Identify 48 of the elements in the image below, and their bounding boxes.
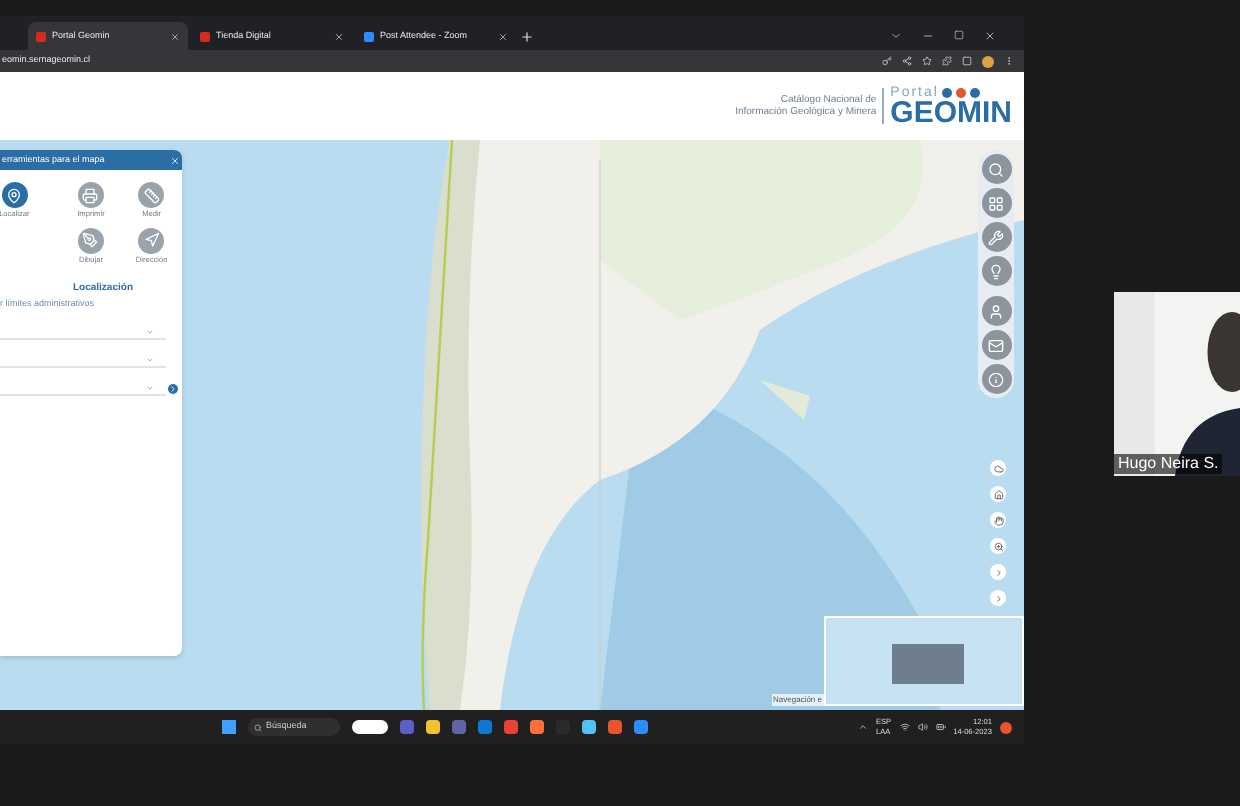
volume-icon[interactable] <box>917 722 928 732</box>
pin-icon <box>6 187 23 203</box>
print-icon <box>82 187 99 203</box>
user-icon <box>988 303 1004 319</box>
next-icon[interactable] <box>168 384 178 395</box>
grid-icon <box>988 195 1004 211</box>
avatar-icon[interactable] <box>982 55 994 67</box>
widget-icon[interactable] <box>351 720 388 734</box>
favicon-icon <box>200 31 210 41</box>
share-icon[interactable] <box>902 56 912 66</box>
search-icon <box>988 161 1004 177</box>
notification-icon[interactable] <box>1000 721 1013 733</box>
chevron-right-icon <box>993 567 1003 577</box>
puzzle-icon[interactable] <box>942 56 952 66</box>
search-icon <box>253 723 262 731</box>
favicon-icon <box>36 31 46 41</box>
grid-button[interactable] <box>981 188 1011 218</box>
cloud-icon <box>993 463 1003 473</box>
chevron-right-icon <box>993 593 1003 603</box>
info-icon <box>988 371 1004 387</box>
wrench-button[interactable] <box>981 222 1011 252</box>
lightbulb-button[interactable] <box>981 256 1011 286</box>
direction-icon <box>143 232 160 249</box>
close-icon[interactable] <box>984 30 996 42</box>
sidebar-icon[interactable] <box>962 56 972 66</box>
chevron-up-icon[interactable] <box>857 722 868 732</box>
ruler-icon <box>143 187 160 203</box>
battery-icon[interactable] <box>935 722 946 732</box>
star-icon[interactable] <box>922 56 932 66</box>
draw-icon <box>82 232 99 249</box>
hand-icon <box>993 515 1003 525</box>
minimize-icon[interactable] <box>922 30 934 42</box>
participant-name: Hugo Neira S. <box>1114 454 1223 474</box>
wrench-icon <box>988 229 1004 245</box>
zoom-in-icon <box>993 541 1003 551</box>
search-button[interactable] <box>981 154 1011 184</box>
favicon-icon <box>364 31 374 41</box>
chevron-down-icon[interactable] <box>890 30 902 42</box>
lightbulb-icon <box>988 263 1004 279</box>
key-icon[interactable] <box>882 56 892 66</box>
wifi-icon[interactable] <box>899 722 910 732</box>
maximize-icon[interactable] <box>954 30 964 40</box>
info-button[interactable] <box>981 364 1011 394</box>
user-button[interactable] <box>981 296 1011 326</box>
home-icon <box>993 489 1003 499</box>
mail-button[interactable] <box>981 330 1011 360</box>
new-tab-icon[interactable] <box>520 30 534 44</box>
mail-icon <box>988 337 1004 353</box>
